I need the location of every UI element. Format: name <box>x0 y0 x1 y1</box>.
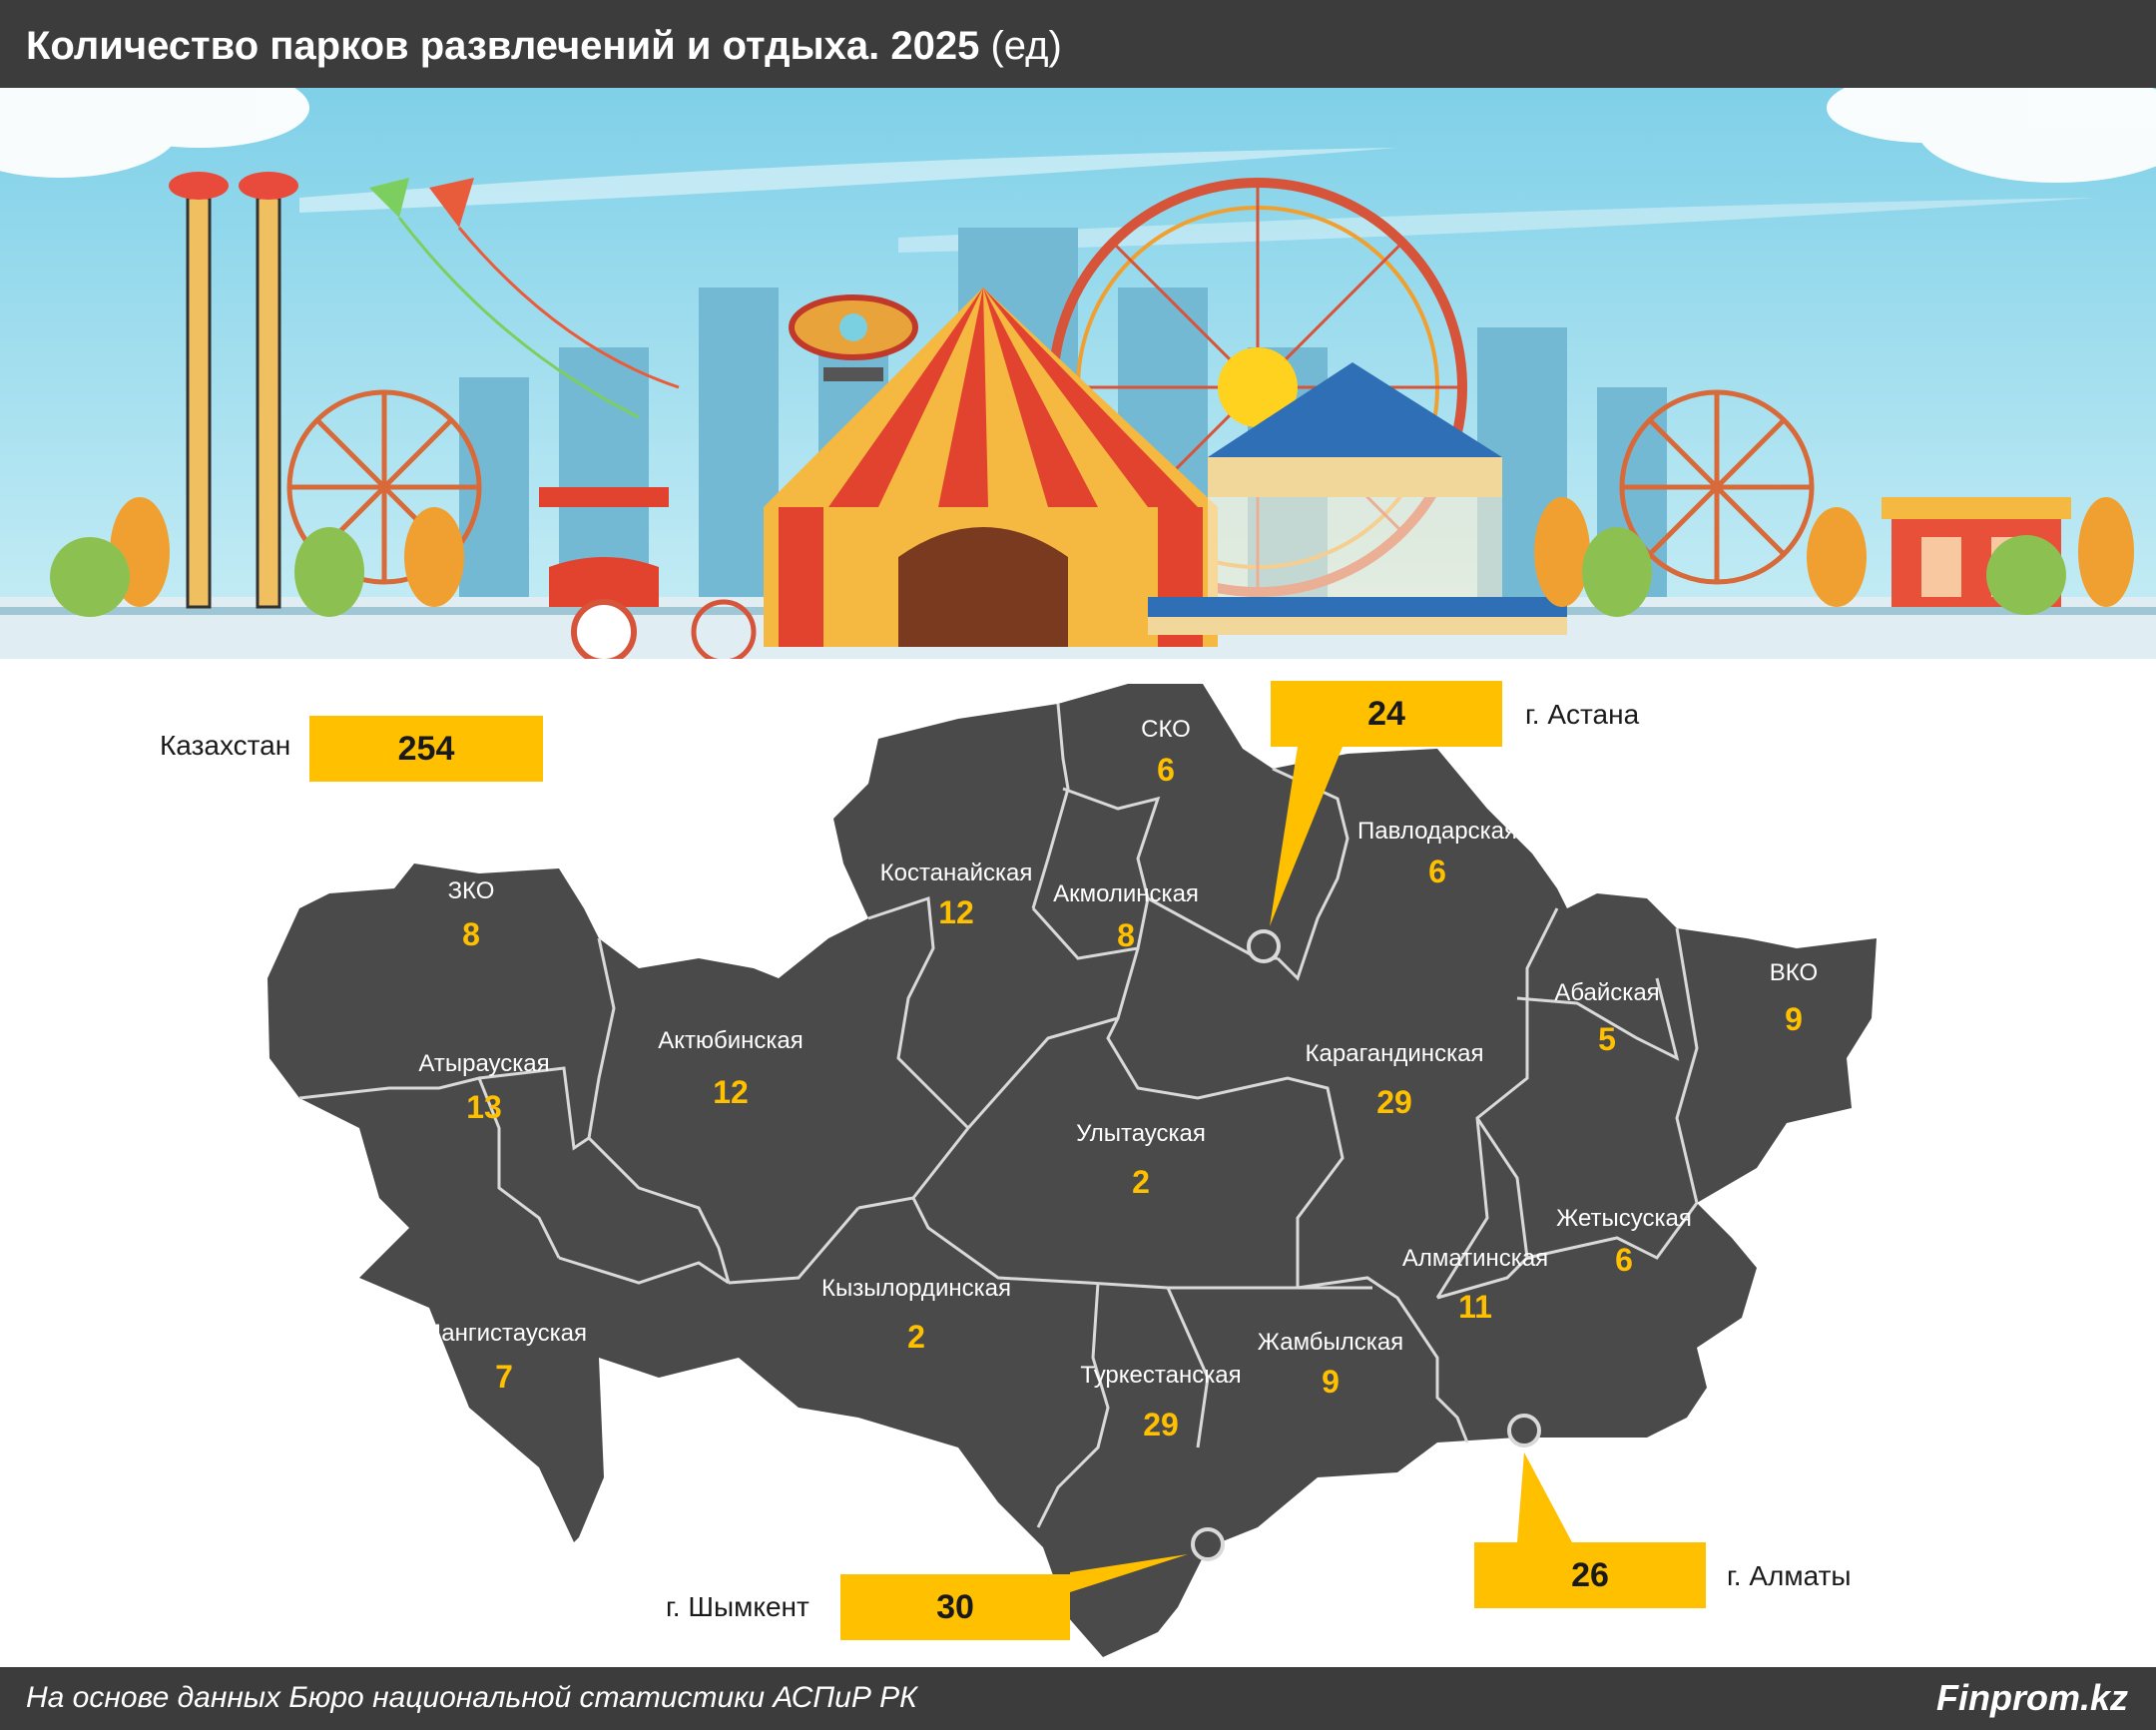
region-name: Мангистауская <box>421 1320 587 1347</box>
region-value: 6 <box>1615 1242 1633 1278</box>
kazakhstan-map: СКО 6 Костанайская 12 Акмолинская 8 Павл… <box>268 684 1877 1657</box>
almaty-label: г. Алматы <box>1727 1560 1852 1591</box>
total-label: Казахстан <box>160 730 291 761</box>
almaty-value-box: 26 <box>1474 1542 1706 1608</box>
region-value: 2 <box>1132 1164 1150 1200</box>
region-name: ВКО <box>1770 959 1818 986</box>
region-value: 2 <box>907 1319 925 1355</box>
region-name: Атырауская <box>418 1050 549 1077</box>
banner-svg <box>0 88 2156 659</box>
region-value: 9 <box>1322 1364 1340 1400</box>
region-name: Актюбинская <box>658 1027 804 1054</box>
region-name: Жетысуская <box>1556 1205 1692 1232</box>
region-value: 29 <box>1376 1084 1412 1120</box>
almaty-marker <box>1507 1414 1541 1447</box>
region-name: Карагандинская <box>1306 1040 1484 1067</box>
region-value: 12 <box>713 1074 749 1110</box>
region-value: 5 <box>1598 1021 1616 1057</box>
region-name: Жамбылская <box>1258 1329 1403 1356</box>
kazakhstan-outline <box>268 684 1877 1657</box>
shymkent-label: г. Шымкент <box>666 1591 809 1622</box>
region-value: 6 <box>1428 854 1446 889</box>
region-name: Улытауская <box>1076 1120 1206 1147</box>
region-name: Алматинская <box>1402 1245 1548 1272</box>
region-value: 8 <box>1117 917 1135 953</box>
title-unit: (ед) <box>990 24 1062 68</box>
region-value: 13 <box>466 1089 502 1125</box>
region-name: Абайская <box>1554 979 1659 1006</box>
small-ferris-wheel-right <box>1619 389 1815 585</box>
footer-bar: На основе данных Бюро национальной стати… <box>0 1667 2156 1730</box>
almaty-pointer <box>1517 1452 1572 1542</box>
region-name: ЗКО <box>448 877 495 904</box>
region-name: Туркестанская <box>1080 1362 1241 1389</box>
region-name: Костанайская <box>880 860 1033 886</box>
astana-value-box: 24 <box>1271 681 1502 747</box>
region-value: 29 <box>1143 1407 1179 1442</box>
astana-marker <box>1247 929 1281 963</box>
region-value: 11 <box>1458 1289 1492 1325</box>
region-value: 7 <box>495 1359 513 1395</box>
total-value-box: 254 <box>309 716 543 782</box>
region-name: Акмолинская <box>1053 880 1199 907</box>
amusement-park-illustration <box>0 88 2156 659</box>
astana-label: г. Астана <box>1525 699 1640 730</box>
region-value: 6 <box>1157 752 1175 788</box>
header-bar: Количество парков развлечений и отдыха. … <box>0 0 2156 88</box>
title-main: Количество парков развлечений и отдыха. … <box>26 24 980 68</box>
region-value: 8 <box>462 916 480 952</box>
region-value: 9 <box>1785 1001 1803 1037</box>
shymkent-marker <box>1191 1527 1225 1561</box>
map-area: СКО 6 Костанайская 12 Акмолинская 8 Павл… <box>0 659 2156 1667</box>
region-name: Кызылординская <box>821 1275 1011 1302</box>
shymkent-value-box: 30 <box>840 1574 1070 1640</box>
page-title: Количество парков развлечений и отдыха. … <box>26 24 1062 69</box>
region-name: СКО <box>1141 716 1191 743</box>
region-name: Павлодарская <box>1357 818 1517 845</box>
brand-logo: Finprom.kz <box>1935 1677 2128 1718</box>
source-note: На основе данных Бюро национальной стати… <box>26 1681 917 1714</box>
region-value: 12 <box>938 894 974 930</box>
